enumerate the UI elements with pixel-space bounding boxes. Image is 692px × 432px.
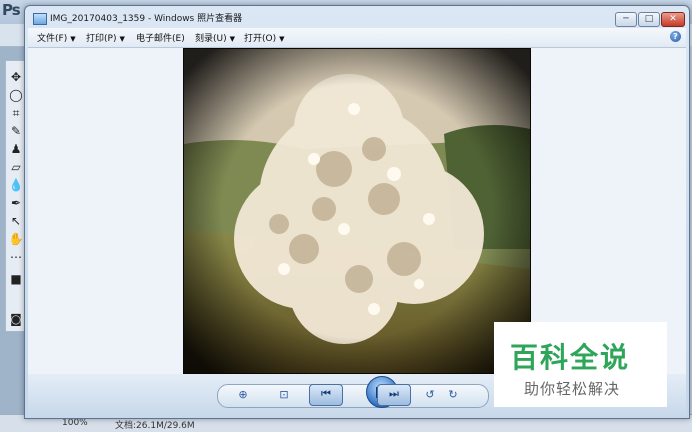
watermark-subtitle: 助你轻松解决: [524, 380, 621, 398]
actual-size-icon[interactable]: ⊡: [274, 387, 294, 403]
ps-logo: Ps: [2, 1, 21, 19]
maximize-button[interactable]: □: [638, 12, 660, 27]
chevron-down-icon: ▼: [119, 35, 125, 43]
watermark-box: 百科全说 助你轻松解决: [494, 322, 667, 407]
menu-file-label: 文件(F): [37, 34, 68, 44]
lasso-tool-icon[interactable]: ◯: [6, 87, 26, 103]
menu-burn[interactable]: 刻录(U) ▼: [195, 31, 235, 44]
prev-icon: ⏮: [321, 387, 331, 400]
close-button[interactable]: ✕: [661, 12, 685, 27]
menu-file[interactable]: 文件(F) ▼: [37, 31, 76, 44]
prev-button[interactable]: ⏮: [309, 384, 343, 406]
window-title: IMG_20170403_1359 - Windows 照片查看器: [50, 14, 243, 24]
eraser-tool-icon[interactable]: ▱: [6, 159, 26, 175]
more-tool-icon[interactable]: ⋯: [6, 249, 26, 265]
next-icon: ⏭: [389, 387, 399, 400]
stamp-tool-icon[interactable]: ♟: [6, 141, 26, 157]
move-tool-icon[interactable]: ✥: [6, 69, 26, 85]
menu-email-label: 电子邮件(E): [136, 34, 185, 44]
select-tool-icon[interactable]: ↖: [6, 213, 26, 229]
minimize-button[interactable]: ─: [615, 12, 637, 27]
color-swatch-icon[interactable]: ■: [6, 271, 26, 287]
menu-open[interactable]: 打开(O) ▼: [244, 31, 285, 44]
zoom-icon[interactable]: ⊕: [233, 387, 253, 403]
magnolia-photo-art: [184, 49, 530, 373]
chevron-down-icon: ▼: [279, 35, 285, 43]
photo-viewer-app-icon: [33, 13, 47, 25]
watermark-title: 百科全说: [510, 341, 631, 374]
ps-zoom-level[interactable]: 100%: [62, 418, 88, 428]
next-button[interactable]: ⏭: [377, 384, 411, 406]
quick-mask-icon[interactable]: ◙: [6, 311, 26, 327]
menu-email[interactable]: 电子邮件(E): [136, 31, 185, 44]
blur-tool-icon[interactable]: 💧: [6, 177, 26, 193]
rotate-ccw-icon[interactable]: ↺: [420, 387, 440, 403]
chevron-down-icon: ▼: [229, 35, 236, 43]
help-icon[interactable]: ?: [670, 31, 681, 42]
menu-print[interactable]: 打印(P) ▼: [86, 31, 125, 44]
chevron-down-icon: ▼: [70, 35, 76, 43]
hand-tool-icon[interactable]: ✋: [6, 231, 26, 247]
ps-doc-size: 文档:26.1M/29.6M: [115, 421, 195, 431]
menu-bar: 文件(F) ▼ 打印(P) ▼ 电子邮件(E) 刻录(U) ▼ 打开(O) ▼ ?: [28, 28, 686, 48]
menu-print-label: 打印(P): [86, 34, 117, 44]
menu-open-label: 打开(O): [244, 34, 277, 44]
rotate-cw-icon[interactable]: ↻: [443, 387, 463, 403]
photo-image: [184, 49, 530, 373]
menu-burn-label: 刻录(U): [195, 34, 227, 44]
pen-tool-icon[interactable]: ✒: [6, 195, 26, 211]
heal-tool-icon[interactable]: ✎: [6, 123, 26, 139]
crop-tool-icon[interactable]: ⌗: [6, 105, 26, 121]
